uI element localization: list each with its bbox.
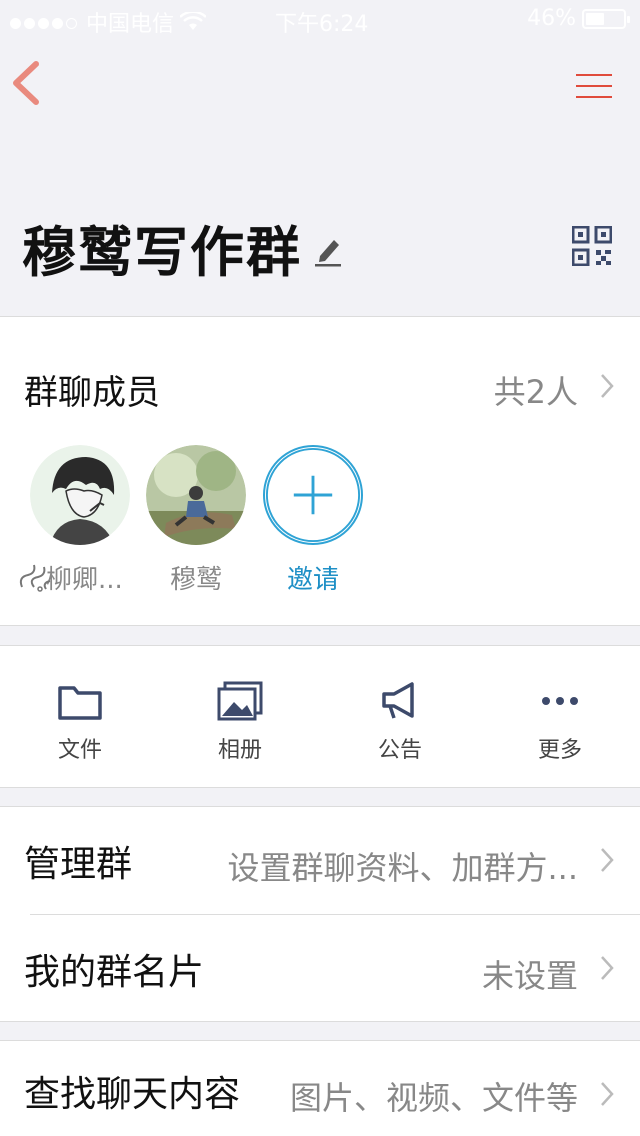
action-album[interactable]: 相册	[190, 680, 290, 764]
menu-button[interactable]	[576, 74, 612, 100]
avatar	[30, 445, 130, 545]
chevron-right-icon	[600, 1081, 614, 1107]
search-chat-row[interactable]: 查找聊天内容 图片、视频、文件等	[0, 1040, 640, 1136]
members-title[interactable]: 群聊成员	[24, 365, 160, 414]
group-name: 穆鹫写作群	[22, 220, 302, 284]
action-label: 文件	[57, 738, 102, 763]
chevron-right-icon	[600, 847, 614, 873]
action-label: 相册	[217, 738, 262, 763]
nav-bar	[0, 40, 640, 130]
edit-icon[interactable]	[312, 234, 344, 268]
member-name: 穆鹫	[169, 565, 222, 595]
signal-icon	[10, 10, 80, 35]
action-label: 公告	[377, 738, 422, 763]
invite-button[interactable]: 邀请	[263, 445, 363, 596]
action-more[interactable]: 更多	[510, 680, 610, 764]
row-value: 未设置	[481, 957, 578, 995]
row-label: 管理群	[24, 844, 133, 885]
more-icon	[542, 697, 578, 705]
group-title-row: 穆鹫写作群	[22, 212, 344, 284]
folder-icon	[58, 686, 102, 720]
chevron-right-icon	[600, 373, 614, 399]
settings-list: 管理群 设置群聊资料、加群方... 我的群名片 未设置	[0, 806, 640, 1022]
status-bar: 中国电信 下午6:24 46%	[0, 0, 640, 40]
members-section: 群聊成员 共2人 柳卿... 穆鹫 邀请	[0, 316, 640, 626]
chevron-right-icon	[600, 955, 614, 981]
battery-percent: 46%	[527, 6, 576, 31]
battery-fill	[586, 12, 605, 25]
members-count[interactable]: 共2人	[494, 367, 578, 413]
row-label: 我的群名片	[24, 952, 205, 993]
invite-label: 邀请	[286, 565, 339, 595]
wifi-icon	[180, 12, 207, 30]
row-value: 设置群聊资料、加群方...	[227, 849, 578, 887]
action-files[interactable]: 文件	[30, 680, 130, 764]
megaphone-icon	[382, 682, 414, 719]
back-button[interactable]	[6, 58, 46, 108]
menu-icon	[576, 74, 612, 76]
carrier-info: 中国电信	[10, 6, 207, 38]
avatar	[146, 445, 246, 545]
my-group-card-row[interactable]: 我的群名片 未设置	[0, 915, 640, 1022]
carrier-name: 中国电信	[86, 12, 175, 37]
chevron-left-icon	[13, 61, 39, 105]
battery-icon	[582, 8, 630, 29]
row-value: 图片、视频、文件等	[289, 1079, 578, 1117]
album-icon	[217, 681, 263, 721]
row-label: 查找聊天内容	[24, 1074, 241, 1115]
quick-actions: 文件 相册 公告 更多	[0, 645, 640, 788]
member-item[interactable]: 穆鹫	[146, 445, 246, 596]
action-notice[interactable]: 公告	[350, 680, 450, 764]
battery-info: 46%	[527, 6, 630, 31]
plus-icon	[263, 445, 363, 545]
swirl-icon	[19, 564, 51, 592]
manage-group-row[interactable]: 管理群 设置群聊资料、加群方...	[0, 807, 640, 915]
status-time: 下午6:24	[275, 12, 369, 37]
qr-code-icon[interactable]	[572, 226, 612, 266]
action-label: 更多	[537, 738, 582, 763]
